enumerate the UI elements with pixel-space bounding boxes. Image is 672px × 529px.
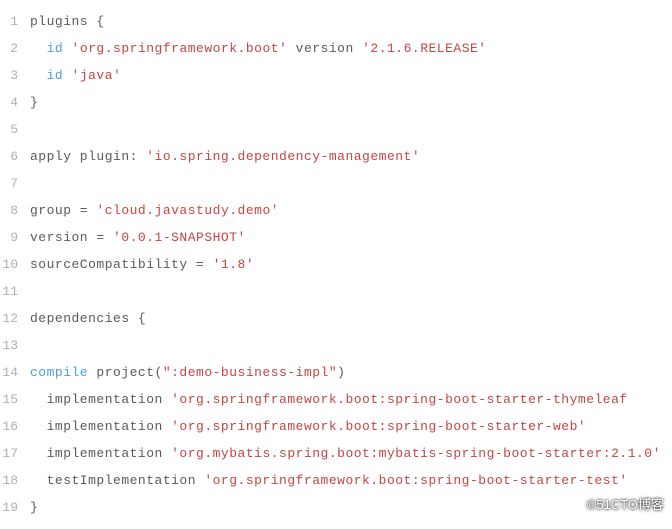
code-line: 2 id 'org.springframework.boot' version …	[0, 35, 672, 62]
code-line: 6 apply plugin: 'io.spring.dependency-ma…	[0, 143, 672, 170]
code-line: 3 id 'java'	[0, 62, 672, 89]
code-line: 1 plugins {	[0, 8, 672, 35]
line-number: 2	[0, 35, 30, 62]
code-content: sourceCompatibility = '1.8'	[30, 251, 254, 278]
line-number: 7	[0, 170, 30, 197]
line-number: 3	[0, 62, 30, 89]
code-line: 19 }	[0, 494, 672, 521]
code-line: 13	[0, 332, 672, 359]
line-number: 18	[0, 467, 30, 494]
line-number: 4	[0, 89, 30, 116]
line-number: 1	[0, 8, 30, 35]
code-line: 12 dependencies {	[0, 305, 672, 332]
code-line: 18 testImplementation 'org.springframewo…	[0, 467, 672, 494]
line-number: 12	[0, 305, 30, 332]
line-number: 8	[0, 197, 30, 224]
code-line: 7	[0, 170, 672, 197]
line-number: 10	[0, 251, 30, 278]
line-number: 6	[0, 143, 30, 170]
code-content: compile project(":demo-business-impl")	[30, 359, 345, 386]
code-content: id 'org.springframework.boot' version '2…	[30, 35, 487, 62]
code-block: 1 plugins { 2 id 'org.springframework.bo…	[0, 0, 672, 529]
code-content: apply plugin: 'io.spring.dependency-mana…	[30, 143, 420, 170]
watermark: ©51CTO博客	[587, 494, 664, 513]
code-content: implementation 'org.mybatis.spring.boot:…	[30, 440, 661, 467]
code-content: testImplementation 'org.springframework.…	[30, 467, 628, 494]
code-line: 15 implementation 'org.springframework.b…	[0, 386, 672, 413]
line-number: 5	[0, 116, 30, 143]
code-content: version = '0.0.1-SNAPSHOT'	[30, 224, 246, 251]
line-number: 14	[0, 359, 30, 386]
code-line: 4 }	[0, 89, 672, 116]
code-line: 16 implementation 'org.springframework.b…	[0, 413, 672, 440]
line-number: 9	[0, 224, 30, 251]
code-content: group = 'cloud.javastudy.demo'	[30, 197, 279, 224]
code-line: 17 implementation 'org.mybatis.spring.bo…	[0, 440, 672, 467]
code-content: id 'java'	[30, 62, 121, 89]
code-line: 8 group = 'cloud.javastudy.demo'	[0, 197, 672, 224]
code-line: 14 compile project(":demo-business-impl"…	[0, 359, 672, 386]
line-number: 16	[0, 413, 30, 440]
line-number: 11	[0, 278, 30, 305]
code-line: 11	[0, 278, 672, 305]
code-line: 5	[0, 116, 672, 143]
code-content: implementation 'org.springframework.boot…	[30, 386, 628, 413]
code-content: }	[30, 494, 38, 521]
code-line: 10 sourceCompatibility = '1.8'	[0, 251, 672, 278]
line-number: 17	[0, 440, 30, 467]
code-content: plugins {	[30, 8, 105, 35]
line-number: 19	[0, 494, 30, 521]
code-content: }	[30, 89, 38, 116]
code-content: implementation 'org.springframework.boot…	[30, 413, 586, 440]
line-number: 13	[0, 332, 30, 359]
code-content: dependencies {	[30, 305, 146, 332]
code-line: 9 version = '0.0.1-SNAPSHOT'	[0, 224, 672, 251]
line-number: 15	[0, 386, 30, 413]
